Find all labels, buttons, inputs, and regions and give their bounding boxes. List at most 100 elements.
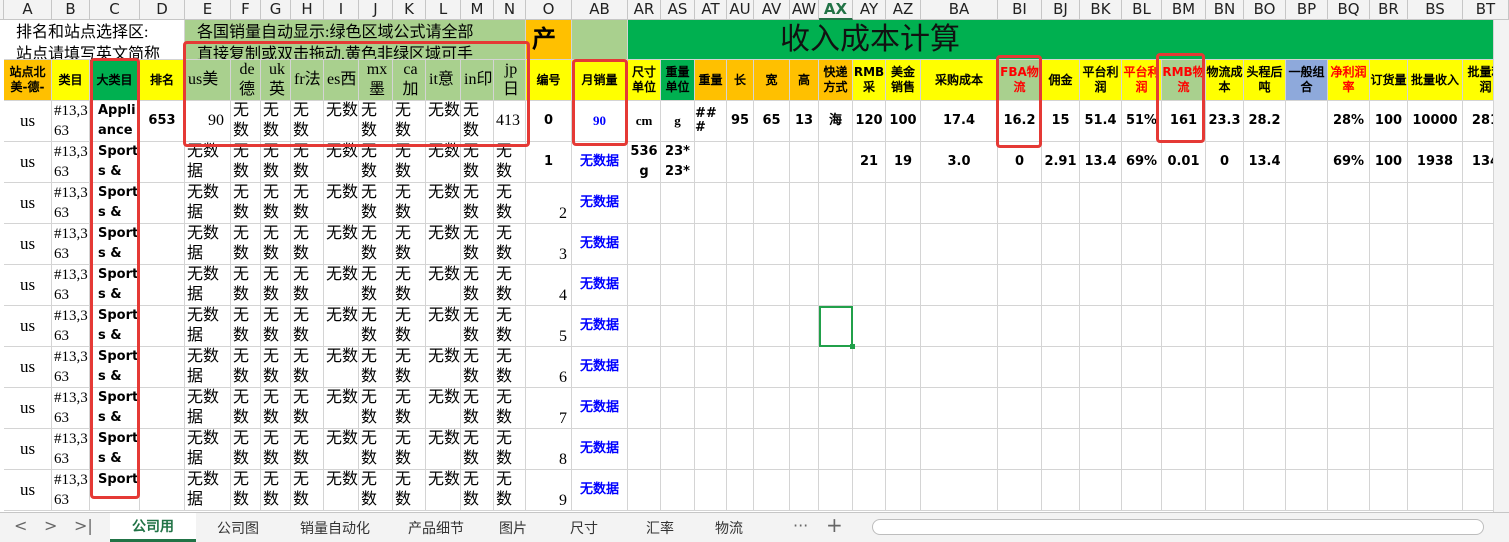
jp-sales-cell[interactable]: 无数 — [494, 306, 526, 347]
empty-cell[interactable] — [1328, 429, 1370, 470]
horizontal-scrollbar[interactable] — [872, 519, 1484, 535]
empty-cell[interactable] — [921, 470, 998, 511]
empty-cell[interactable] — [886, 470, 921, 511]
country-sales-cell[interactable]: 无数 — [261, 429, 291, 470]
country-sales-cell[interactable]: 无数 — [393, 429, 426, 470]
field-header-O[interactable]: 编号 — [526, 60, 572, 101]
country-sales-cell[interactable]: 无数 — [359, 347, 393, 388]
rank-cell[interactable] — [140, 183, 185, 224]
category-rank-cell[interactable]: #13,363 — [52, 142, 90, 183]
empty-cell[interactable] — [921, 347, 998, 388]
us-sales-cell[interactable]: 无数据 — [185, 429, 231, 470]
jp-sales-cell[interactable]: 无数 — [494, 429, 526, 470]
empty-cell[interactable] — [1286, 265, 1328, 306]
empty-cell[interactable] — [790, 388, 819, 429]
sheet-tab[interactable]: 公司图 — [196, 513, 280, 542]
value-cell-BM[interactable]: 0.01 — [1162, 142, 1206, 183]
empty-cell[interactable] — [1080, 306, 1122, 347]
column-header-BA[interactable]: BA — [921, 0, 998, 20]
monthly-sales-cell[interactable]: 无数据 — [572, 142, 628, 183]
sheet-tab[interactable]: 产品细节 — [390, 513, 482, 542]
empty-cell[interactable] — [1080, 429, 1122, 470]
empty-cell[interactable] — [1080, 388, 1122, 429]
value-cell-AU[interactable]: 95 — [727, 101, 754, 142]
empty-cell[interactable] — [695, 306, 727, 347]
country-sales-cell[interactable]: 无数 — [231, 388, 261, 429]
us-sales-cell[interactable]: 无数据 — [185, 183, 231, 224]
empty-cell[interactable] — [1206, 470, 1244, 511]
empty-cell[interactable] — [921, 183, 998, 224]
rank-cell[interactable] — [140, 429, 185, 470]
column-header-BJ[interactable]: BJ — [1042, 0, 1080, 20]
empty-cell[interactable] — [998, 265, 1042, 306]
more-sheets-button[interactable]: ··· — [793, 516, 808, 535]
column-header-AZ[interactable]: AZ — [886, 0, 921, 20]
empty-cell[interactable] — [727, 388, 754, 429]
add-sheet-button[interactable]: + — [826, 513, 843, 537]
empty-cell[interactable] — [921, 429, 998, 470]
empty-cell[interactable] — [853, 306, 886, 347]
column-header-M[interactable]: M — [461, 0, 494, 20]
country-sales-cell[interactable]: 无数 — [359, 142, 393, 183]
value-cell-BP[interactable] — [1286, 101, 1328, 142]
column-header-BS[interactable]: BS — [1408, 0, 1463, 20]
empty-cell[interactable] — [727, 265, 754, 306]
value-cell-BQ[interactable]: 69% — [1328, 142, 1370, 183]
country-sales-cell[interactable]: 无数 — [461, 101, 494, 142]
category-rank-cell[interactable]: #13,363 — [52, 183, 90, 224]
country-sales-cell[interactable]: 无数 — [359, 224, 393, 265]
empty-cell[interactable] — [819, 183, 853, 224]
empty-cell[interactable] — [1122, 306, 1162, 347]
field-header-AW[interactable]: 高 — [790, 60, 819, 101]
empty-cell[interactable] — [1080, 183, 1122, 224]
column-header-F[interactable]: F — [231, 0, 261, 20]
field-header-AZ[interactable]: 美金销售 — [886, 60, 921, 101]
country-sales-cell[interactable]: 无数 — [461, 183, 494, 224]
us-sales-cell[interactable]: 无数据 — [185, 306, 231, 347]
country-sales-cell[interactable]: 无数 — [231, 306, 261, 347]
column-header-AV[interactable]: AV — [754, 0, 790, 20]
empty-cell[interactable] — [998, 429, 1042, 470]
empty-cell[interactable] — [1162, 470, 1206, 511]
empty-cell[interactable] — [1206, 265, 1244, 306]
country-sales-cell[interactable]: 无数 — [359, 306, 393, 347]
field-header-BM[interactable]: RMB物流 — [1162, 60, 1206, 101]
jp-sales-cell[interactable]: 无数 — [494, 388, 526, 429]
country-sales-cell[interactable]: 无数 — [261, 347, 291, 388]
empty-cell[interactable] — [853, 347, 886, 388]
country-sales-cell[interactable]: 无数 — [359, 101, 393, 142]
empty-cell[interactable] — [819, 347, 853, 388]
country-sales-cell[interactable]: 无数 — [461, 142, 494, 183]
empty-cell[interactable] — [754, 470, 790, 511]
country-sales-cell[interactable]: 无数 — [393, 306, 426, 347]
empty-cell[interactable] — [1328, 306, 1370, 347]
value-cell-AV[interactable] — [754, 142, 790, 183]
country-sales-cell[interactable]: 无数 — [231, 265, 261, 306]
country-sales-cell[interactable]: 无数 — [393, 101, 426, 142]
empty-cell[interactable] — [1408, 429, 1463, 470]
country-sales-cell[interactable]: 无数 — [461, 347, 494, 388]
empty-cell[interactable] — [819, 470, 853, 511]
country-sales-cell[interactable]: 无数 — [291, 101, 324, 142]
country-sales-cell[interactable]: 无数 — [261, 388, 291, 429]
value-cell-AW[interactable] — [790, 142, 819, 183]
empty-cell[interactable] — [727, 429, 754, 470]
country-sales-cell[interactable]: 无数 — [324, 429, 359, 470]
empty-cell[interactable] — [1162, 347, 1206, 388]
empty-cell[interactable] — [1328, 183, 1370, 224]
country-sales-cell[interactable]: 无数 — [359, 388, 393, 429]
empty-cell[interactable] — [886, 183, 921, 224]
site-cell[interactable]: us — [4, 142, 52, 183]
country-sales-cell[interactable]: 无数 — [393, 347, 426, 388]
site-cell[interactable]: us — [4, 347, 52, 388]
category-rank-cell[interactable]: #13,363 — [52, 347, 90, 388]
country-sales-cell[interactable]: 无数 — [426, 470, 461, 511]
value-cell-AS[interactable]: g — [661, 101, 695, 142]
sheet-tab[interactable]: 销量自动化 — [280, 513, 390, 542]
value-cell-BS[interactable]: 10000 — [1408, 101, 1463, 142]
field-header-G[interactable]: uk英 — [261, 60, 291, 101]
empty-cell[interactable] — [1328, 224, 1370, 265]
empty-cell[interactable] — [790, 429, 819, 470]
column-header-BO[interactable]: BO — [1244, 0, 1286, 20]
country-sales-cell[interactable]: 无数 — [359, 429, 393, 470]
